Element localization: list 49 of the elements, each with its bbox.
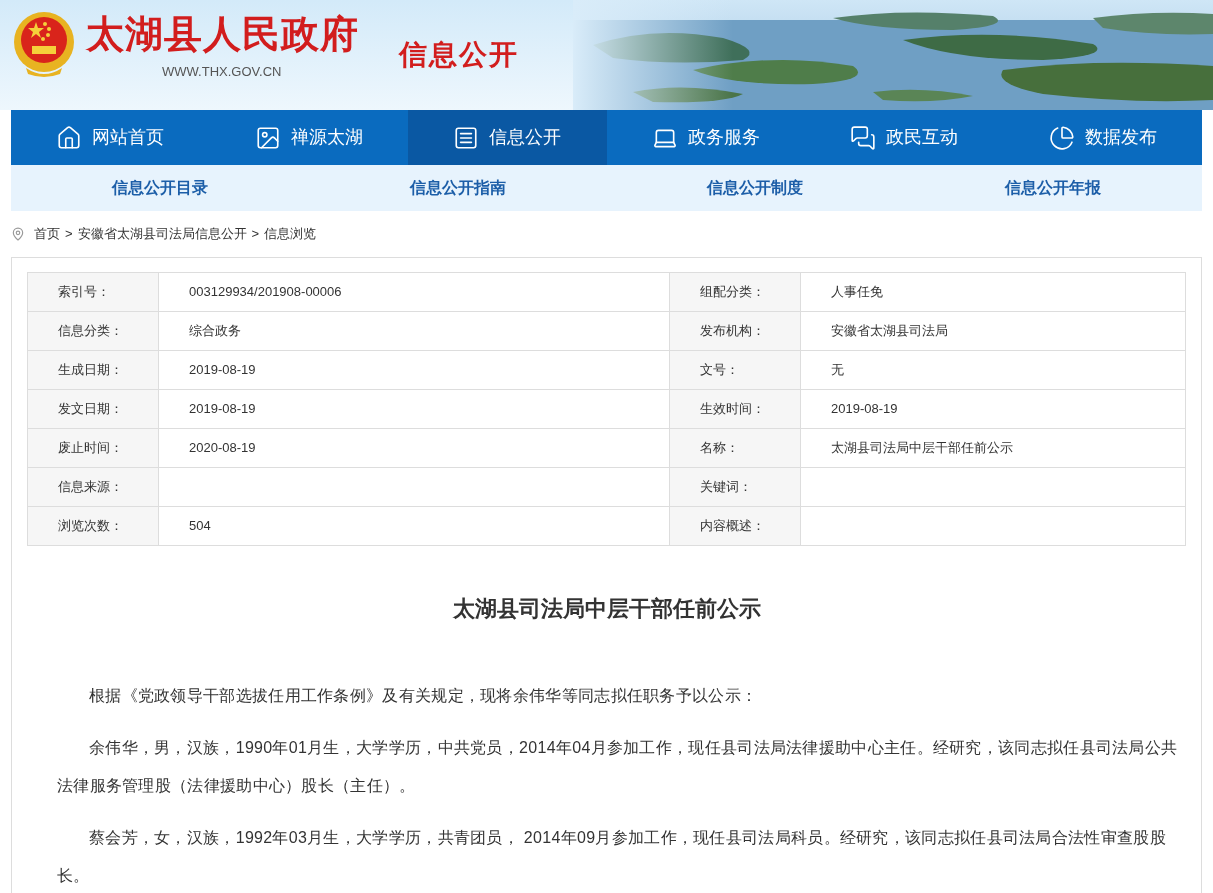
field-label: 生成日期： (27, 350, 159, 390)
breadcrumb-current: 信息浏览 (264, 225, 317, 244)
chat-icon (850, 124, 877, 151)
field-value: 太湖县司法局中层干部任前公示 (800, 428, 1186, 468)
sub-nav-link[interactable]: 信息公开目录 (111, 176, 208, 200)
field-label: 关键词： (669, 467, 801, 507)
field-label: 生效时间： (669, 389, 801, 429)
field-value: 504 (158, 506, 670, 546)
field-value: 人事任免 (800, 272, 1186, 312)
article-title: 太湖县司法局中层干部任前公示 (451, 595, 762, 623)
field-value: 2019-08-19 (158, 389, 670, 429)
section-title: 信息公开 (399, 37, 519, 73)
breadcrumb-link[interactable]: 首页 (34, 224, 60, 244)
field-label: 文号： (669, 350, 801, 390)
field-value: 2020-08-19 (158, 428, 670, 468)
article-paragraph: 根据《党政领导干部选拔任用工作条例》及有关规定，现将余伟华等同志拟任职务予以公示： (88, 686, 759, 706)
field-value: 综合政务 (158, 311, 670, 351)
field-label: 索引号： (27, 272, 159, 312)
site-title: 太湖县人民政府 (86, 10, 359, 58)
breadcrumb-separator: > (65, 225, 73, 244)
breadcrumb-link[interactable]: 安徽省太湖县司法局信息公开 (77, 224, 247, 244)
field-label: 发文日期： (27, 389, 159, 429)
field-label: 组配分类： (669, 272, 801, 312)
field-value: 2019-08-19 (800, 389, 1186, 429)
emblem-icon (12, 10, 76, 78)
field-value: 安徽省太湖县司法局 (800, 311, 1186, 351)
pie-chart-icon (1048, 124, 1075, 151)
field-label: 内容概述： (669, 506, 801, 546)
field-label: 名称： (669, 428, 801, 468)
breadcrumb-separator: > (251, 225, 260, 244)
field-label: 信息分类： (27, 311, 159, 351)
sub-nav-link[interactable]: 信息公开制度 (707, 176, 804, 200)
field-value: 无 (800, 350, 1186, 390)
sub-nav-link[interactable]: 信息公开年报 (1005, 176, 1102, 200)
field-value: 003129934/201908-00006 (158, 272, 670, 312)
list-icon (453, 124, 480, 151)
house-icon (56, 124, 83, 151)
field-label: 信息来源： (27, 467, 159, 507)
location-icon (11, 227, 25, 241)
field-label: 发布机构： (669, 311, 801, 351)
site-url: WWW.THX.GOV.CN (162, 63, 282, 81)
article-paragraph: 余伟华，男，汉族，1990年01月生，大学学历，中共党员，2014年04月参加工作，现任县司法局法律援助中心主任。经研究，该同志拟任县司法局公共法律服务管理股（法律援助中心）股长（主任）。 (57, 738, 1179, 796)
nav-tab[interactable]: 信息公开 (408, 110, 607, 165)
field-label: 废止时间： (27, 428, 159, 468)
field-value: 2019-08-19 (158, 350, 670, 390)
article-paragraph: 蔡会芳，女，汉族，1992年03月生，大学学历，共青团员， 2014年09月参加工作，现任县司法局科员。经研究，该同志拟任县司法局合法性审查股股长。 (57, 828, 1167, 886)
sub-nav-link[interactable]: 信息公开指南 (409, 176, 506, 200)
field-label: 浏览次数： (27, 506, 159, 546)
image-icon (254, 124, 281, 151)
